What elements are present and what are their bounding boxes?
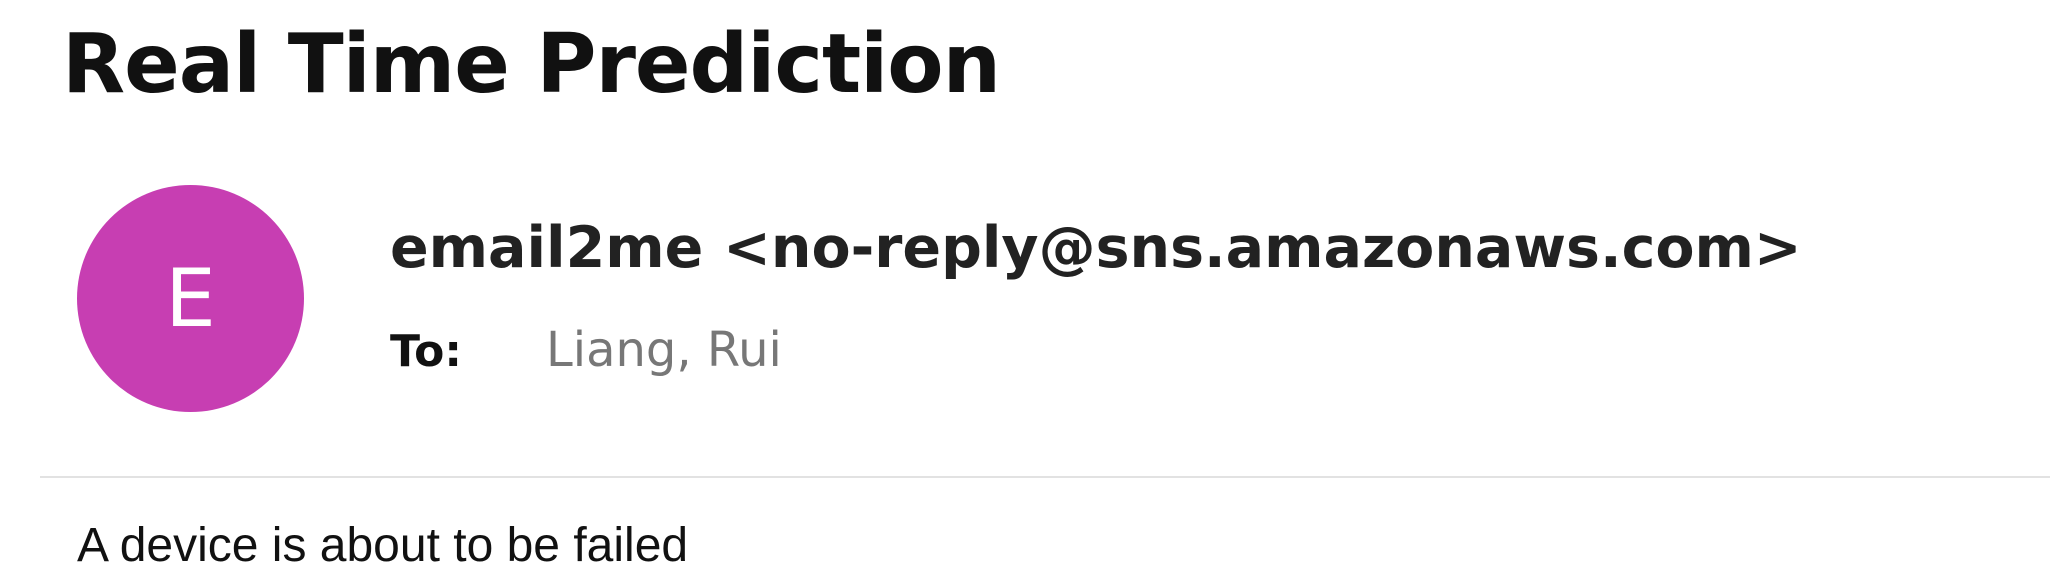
recipient-row: To: Liang, Rui [390,322,782,378]
email-subject: Real Time Prediction [62,17,1001,112]
recipient-name[interactable]: Liang, Rui [546,322,782,378]
to-label: To: [390,326,462,377]
avatar-initial: E [165,251,216,345]
sender-address[interactable]: email2me <no-reply@sns.amazonaws.com> [390,208,1802,288]
sender-avatar: E [77,185,304,412]
header-divider [40,476,2050,478]
email-body: A device is about to be failed [77,519,689,572]
